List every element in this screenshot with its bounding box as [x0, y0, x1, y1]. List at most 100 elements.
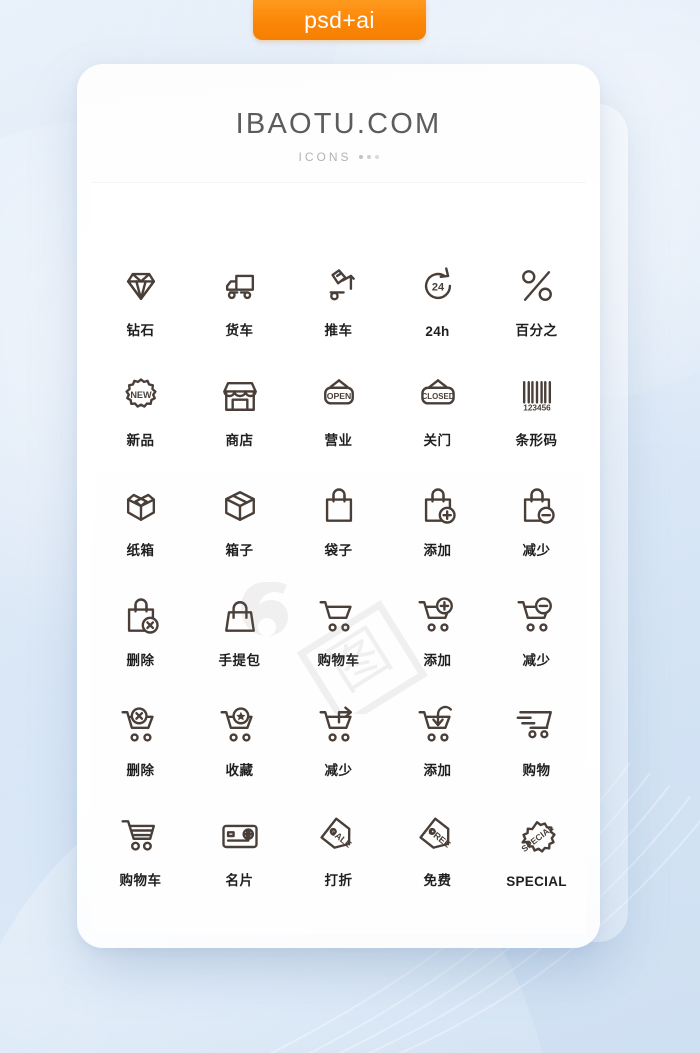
24h-icon[interactable]: 24: [415, 263, 461, 309]
subtitle-text: ICONS: [298, 150, 352, 164]
icon-label: 购物: [522, 763, 551, 779]
new-badge-icon[interactable]: NEW: [118, 373, 164, 419]
icon-cell-barcode[interactable]: 123456 条形码: [487, 373, 586, 483]
diamond-icon[interactable]: [118, 263, 164, 309]
icon-cell-sale-tag[interactable]: SALE 打折: [289, 813, 388, 923]
icon-cell-percent[interactable]: 百分之: [487, 263, 586, 373]
icon-label: 减少: [324, 763, 353, 779]
icon-cell-diamond[interactable]: 钻石: [91, 263, 190, 373]
icon-cell-cart-moving[interactable]: 购物: [487, 703, 586, 813]
icon-cell-truck[interactable]: 货车: [190, 263, 289, 373]
bag-delete-icon[interactable]: [118, 593, 164, 639]
icon-label: 打折: [324, 873, 353, 889]
bag-add-icon[interactable]: [415, 483, 461, 529]
closed-box-icon[interactable]: [217, 483, 263, 529]
handbag-icon[interactable]: [217, 593, 263, 639]
icon-cell-cart-in[interactable]: 添加: [388, 703, 487, 813]
cart-in-icon[interactable]: [415, 703, 461, 749]
cart-add-icon[interactable]: [415, 593, 461, 639]
icon-label: 添加: [423, 763, 452, 779]
icon-label: 新品: [126, 433, 155, 449]
icon-label: 手提包: [218, 653, 261, 669]
shopping-bag-icon[interactable]: [316, 483, 362, 529]
icon-cell-open-box[interactable]: 纸箱: [91, 483, 190, 593]
store-icon[interactable]: [217, 373, 263, 419]
icon-label: 24h: [425, 324, 450, 339]
icon-cell-cart-delete[interactable]: 删除: [91, 703, 190, 813]
icon-label: SPECIAL: [506, 874, 567, 889]
cart-full-icon[interactable]: [118, 813, 164, 859]
special-stamp-icon[interactable]: SPECIAL: [514, 813, 560, 859]
sale-tag-icon[interactable]: SALE: [316, 813, 362, 859]
icon-cell-closed-box[interactable]: 箱子: [190, 483, 289, 593]
svg-text:NEW: NEW: [130, 390, 152, 400]
free-tag-icon[interactable]: FREE: [415, 813, 461, 859]
svg-text:CLOSED: CLOSED: [421, 392, 454, 401]
icon-cell-shopping-bag[interactable]: 袋子: [289, 483, 388, 593]
icon-cell-handbag[interactable]: 手提包: [190, 593, 289, 703]
business-card-icon[interactable]: [217, 813, 263, 859]
icon-cell-bag-delete[interactable]: 删除: [91, 593, 190, 703]
icon-cell-cart-remove[interactable]: 减少: [487, 593, 586, 703]
subtitle-dots-icon: [358, 155, 379, 159]
bag-remove-icon[interactable]: [514, 483, 560, 529]
closed-sign-icon[interactable]: CLOSED: [415, 373, 461, 419]
icon-label: 营业: [324, 433, 353, 449]
icon-label: 钻石: [126, 323, 155, 339]
open-sign-icon[interactable]: OPEN: [316, 373, 362, 419]
icon-cell-open-sign[interactable]: OPEN 营业: [289, 373, 388, 483]
icon-cell-free-tag[interactable]: FREE 免费: [388, 813, 487, 923]
icon-grid: 钻石 货车 推车 24 24h 百分之 NEW 新品 商店 OPEN 营业 CLOSED 关门 12345…: [91, 183, 586, 923]
cart-favorite-icon[interactable]: [217, 703, 263, 749]
barcode-icon[interactable]: 123456: [514, 373, 560, 419]
icon-label: 关门: [423, 433, 452, 449]
icon-cell-cart-out[interactable]: 减少: [289, 703, 388, 813]
icon-cell-bag-remove[interactable]: 减少: [487, 483, 586, 593]
icon-cell-bag-add[interactable]: 添加: [388, 483, 487, 593]
icon-label: 添加: [423, 653, 452, 669]
truck-icon[interactable]: [217, 263, 263, 309]
cart-delete-icon[interactable]: [118, 703, 164, 749]
icon-label: 箱子: [225, 543, 254, 559]
icon-set-card: IBAOTU.COM ICONS 钻石 货车 推车 24 24h 百分之 NEW 新品 商店 OP…: [77, 64, 600, 948]
icon-cell-business-card[interactable]: 名片: [190, 813, 289, 923]
icon-label: 名片: [225, 873, 254, 889]
icon-cell-hand-cart[interactable]: 推车: [289, 263, 388, 373]
psd-ai-badge: psd+ai: [253, 0, 426, 40]
open-box-icon[interactable]: [118, 483, 164, 529]
icon-label: 百分之: [515, 323, 558, 339]
psd-ai-badge-label: psd+ai: [304, 6, 375, 33]
icon-cell-24h[interactable]: 24 24h: [388, 263, 487, 373]
icon-cell-cart-full[interactable]: 购物车: [91, 813, 190, 923]
icon-label: 减少: [522, 653, 551, 669]
icon-cell-special-stamp[interactable]: SPECIAL SPECIAL: [487, 813, 586, 923]
cart-moving-icon[interactable]: [514, 703, 560, 749]
icon-label: 袋子: [324, 543, 353, 559]
svg-text:24: 24: [431, 282, 444, 294]
icon-label: 减少: [522, 543, 551, 559]
icon-panel: 钻石 货车 推车 24 24h 百分之 NEW 新品 商店 OPEN 营业 CLOSED 关门 12345…: [91, 182, 586, 934]
card-header: IBAOTU.COM ICONS: [77, 64, 600, 164]
cart-icon[interactable]: [316, 593, 362, 639]
icon-label: 添加: [423, 543, 452, 559]
icon-cell-cart-favorite[interactable]: 收藏: [190, 703, 289, 813]
hand-cart-icon[interactable]: [316, 263, 362, 309]
subtitle-row: ICONS: [77, 150, 600, 164]
percent-icon[interactable]: [514, 263, 560, 309]
icon-label: 删除: [126, 653, 155, 669]
page-title: IBAOTU.COM: [235, 108, 442, 140]
cart-out-icon[interactable]: [316, 703, 362, 749]
icon-cell-store[interactable]: 商店: [190, 373, 289, 483]
icon-cell-cart[interactable]: 购物车: [289, 593, 388, 703]
icon-label: 购物车: [317, 653, 360, 669]
icon-cell-new-badge[interactable]: NEW 新品: [91, 373, 190, 483]
icon-cell-cart-add[interactable]: 添加: [388, 593, 487, 703]
icon-label: 货车: [225, 323, 254, 339]
icon-label: 条形码: [515, 433, 558, 449]
cart-remove-icon[interactable]: [514, 593, 560, 639]
icon-label: 删除: [126, 763, 155, 779]
icon-label: 免费: [423, 873, 452, 889]
icon-cell-closed-sign[interactable]: CLOSED 关门: [388, 373, 487, 483]
svg-text:123456: 123456: [523, 404, 551, 413]
icon-label: 推车: [324, 323, 353, 339]
